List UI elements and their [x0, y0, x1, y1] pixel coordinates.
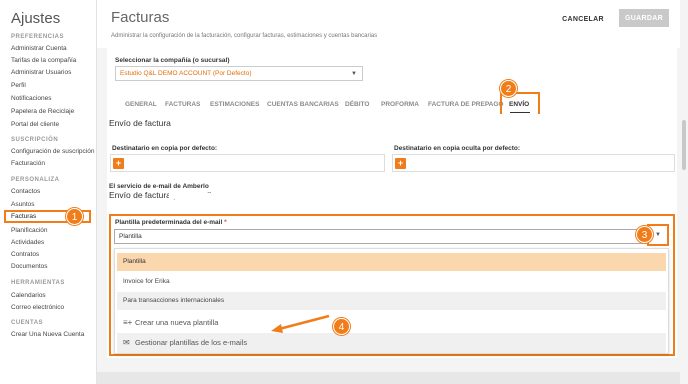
sidebar-item-usuarios[interactable]: Administrar Usuarios	[11, 69, 71, 76]
sidebar-item-notificaciones[interactable]: Notificaciones	[11, 95, 51, 102]
section-personaliza: PERSONALIZA	[11, 177, 60, 183]
sidebar-title: Ajustes	[11, 10, 61, 27]
template-option-invoice-erika[interactable]: Invoice for Erika	[117, 273, 666, 291]
tab-debito[interactable]: DÉBITO	[345, 101, 369, 108]
template-highlight-box: Plantilla predeterminada del e-mail * Pl…	[109, 214, 675, 356]
chevron-down-icon: ▼	[351, 71, 357, 77]
tab-estimaciones[interactable]: ESTIMACIONES	[210, 101, 259, 108]
company-select-value: Estudio Q&L DEMO ACCOUNT (Por Defecto)	[120, 70, 252, 77]
tab-cuentas-bancarias[interactable]: CUENTAS BANCARIAS	[267, 101, 339, 108]
tab-general[interactable]: GENERAL	[125, 101, 157, 108]
plus-icon[interactable]: +	[395, 158, 406, 169]
sidebar-item-actividades[interactable]: Actividades	[11, 239, 44, 246]
manage-templates-option[interactable]: ✉ Gestionar plantillas de los e-mails	[117, 333, 666, 353]
sidebar-item-crear-cuenta[interactable]: Crear Una Nueva Cuenta	[11, 331, 84, 338]
bottom-bar	[97, 372, 688, 384]
page-description: Administrar la configuración de la factu…	[111, 33, 378, 39]
company-card: Seleccionar la compañía (o sucursal) Est…	[107, 48, 677, 122]
sidebar-item-facturacion[interactable]: Facturación	[11, 160, 45, 167]
section-suscripcion: SUSCRIPCIÓN	[11, 137, 59, 143]
template-option-plantilla[interactable]: Plantilla	[117, 253, 666, 271]
bcc-label: Destinatario en copia oculta por defecto…	[394, 145, 521, 152]
template-select-value: Plantilla	[119, 233, 142, 240]
sidebar-item-perfil[interactable]: Perfil	[11, 82, 26, 89]
page-header: Facturas Administrar la configuración de…	[97, 0, 688, 48]
required-mark: *	[224, 219, 227, 226]
manage-templates-label: Gestionar plantillas de los e-mails	[135, 338, 248, 347]
company-label: Seleccionar la compañía (o sucursal)	[115, 57, 230, 64]
template-dropdown-menu: Plantilla Invoice for Erika Para transac…	[114, 248, 669, 354]
sidebar-item-administrar-cuenta[interactable]: Administrar Cuenta	[11, 45, 67, 52]
section-title-envio: Envío de factura	[109, 118, 171, 128]
scrollbar-thumb[interactable]	[682, 120, 686, 170]
envio-content: Envío de factura Destinatario en copia p…	[107, 114, 677, 358]
section-cuentas: CUENTAS	[11, 320, 44, 326]
annotation-badge-3: 3	[636, 226, 653, 243]
service-title: El servicio de e-mail de Amberlo	[109, 183, 209, 190]
sidebar-item-portal-cliente[interactable]: Portal del cliente	[11, 121, 59, 128]
template-label-text: Plantilla predeterminada del e-mail	[115, 219, 223, 226]
annotation-badge-1: 1	[66, 208, 83, 225]
template-label: Plantilla predeterminada del e-mail *	[115, 219, 227, 226]
sidebar-item-papelera[interactable]: Papelera de Reciclaje	[11, 108, 74, 115]
sidebar-item-tarifas[interactable]: Tarifas de la compañía	[11, 57, 76, 64]
mail-icon: ✉	[123, 338, 130, 347]
settings-sidebar: Ajustes PREFERENCIAS Administrar Cuenta …	[0, 0, 97, 384]
create-template-option[interactable]: ≡+ Crear una nueva plantilla	[117, 313, 666, 333]
tab-facturas[interactable]: FACTURAS	[165, 101, 200, 108]
bcc-field[interactable]: +	[392, 154, 675, 172]
sidebar-item-config-suscripcion[interactable]: Configuración de suscripción	[11, 148, 94, 155]
plus-icon[interactable]: +	[113, 158, 124, 169]
tab-proforma[interactable]: PROFORMA	[381, 101, 419, 108]
section-herramientas: HERRAMIENTAS	[11, 280, 65, 286]
sidebar-item-asuntos[interactable]: Asuntos	[11, 201, 35, 208]
tab-factura-prepago[interactable]: FACTURA DE PREPAGO	[428, 101, 503, 108]
template-option-internacionales[interactable]: Para transacciones internacionales	[117, 292, 666, 310]
sidebar-item-calendarios[interactable]: Calendarios	[11, 292, 46, 299]
cc-label: Destinatario en copia por defecto:	[112, 145, 218, 152]
service-subtitle: Envío de factura por e-mail	[109, 190, 300, 200]
main-panel: Facturas Administrar la configuración de…	[97, 0, 688, 384]
sidebar-item-planificacion[interactable]: Planificación	[11, 227, 48, 234]
cc-field[interactable]: +	[110, 154, 385, 172]
create-template-label: Crear una nueva plantilla	[135, 318, 219, 327]
add-list-icon: ≡+	[123, 318, 133, 327]
cancel-button[interactable]: CANCELAR	[557, 12, 609, 26]
template-select[interactable]: Plantilla ▼	[114, 224, 669, 246]
annotation-badge-2: 2	[500, 80, 517, 97]
page-title: Facturas	[111, 9, 170, 26]
company-select[interactable]: Estudio Q&L DEMO ACCOUNT (Por Defecto) ▼	[115, 66, 363, 81]
sidebar-item-documentos[interactable]: Documentos	[11, 263, 48, 270]
annotation-badge-4: 4	[333, 318, 350, 335]
chevron-down-icon: ▼	[655, 232, 661, 238]
section-preferencias: PREFERENCIAS	[11, 34, 65, 40]
scrollbar[interactable]	[680, 0, 688, 384]
sidebar-item-contactos[interactable]: Contactos	[11, 188, 40, 195]
sidebar-item-correo[interactable]: Correo electrónico	[11, 304, 64, 311]
sidebar-item-contratos[interactable]: Contratos	[11, 251, 39, 258]
save-button[interactable]: GUARDAR	[619, 9, 669, 27]
